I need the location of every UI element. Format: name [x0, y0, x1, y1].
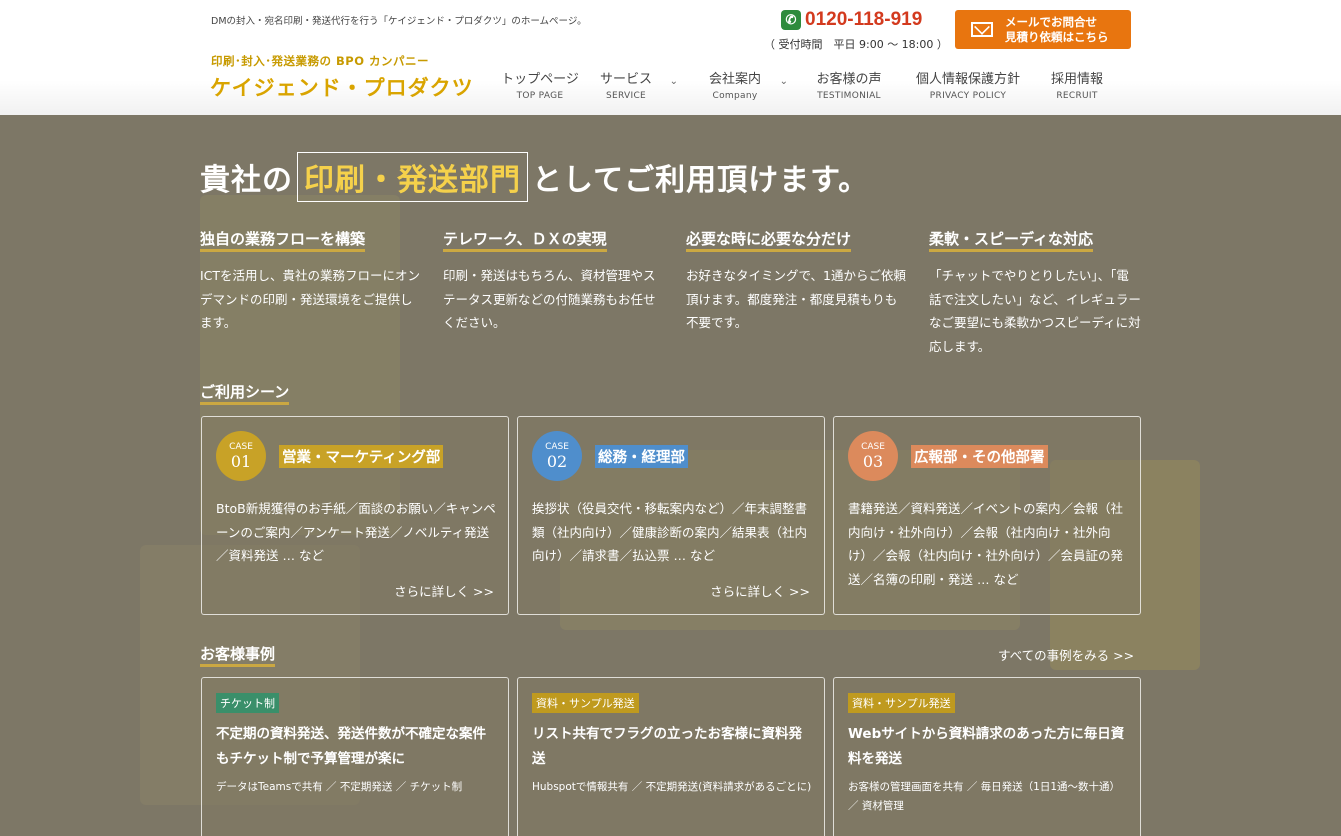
case-label: CASE: [861, 442, 885, 452]
feature-title: 必要な時に必要な分だけ: [686, 229, 852, 252]
case-more-link[interactable]: さらに詳しく >>: [394, 581, 494, 600]
case-description: 挨拶状（役員交代・移転案内など）／年末調整書類（社内向け）／健康診断の案内／結果…: [532, 501, 808, 563]
nav-testimonial[interactable]: お客様の声 TESTIMONIAL: [794, 68, 904, 101]
mail-contact-button[interactable]: メールでお問合せ 見積り依頼はこちら: [955, 10, 1131, 49]
nav-company-sub: Company: [712, 91, 758, 101]
brand-subtitle: 印刷･封入･発送業務の BPO カンパニー: [211, 54, 429, 68]
case-card-general-affairs[interactable]: CASE 02 総務・経理部 挨拶状（役員交代・移転案内など）／年末調整書類（社…: [517, 416, 825, 615]
story-tag: 資料・サンプル発送: [848, 693, 955, 713]
nav-recruit-label: 採用情報: [1050, 72, 1103, 87]
case-description: 書籍発送／資料発送／イベントの案内／会報（社内向け・社外向け）／会報（社内向け・…: [848, 501, 1124, 587]
case-badge: CASE 01: [216, 431, 266, 481]
story-meta: Hubspotで情報共有 ／ 不定期発送(資料請求があるごとに): [532, 781, 812, 793]
case-badge: CASE 03: [848, 431, 898, 481]
feature-title: 柔軟・スピーディな対応: [929, 229, 1093, 252]
phone-number[interactable]: ✆ 0120-118-919: [781, 9, 922, 31]
story-tag: チケット制: [216, 693, 279, 713]
site-header: DMの封入・宛名印刷・発送代行を行う「ケイジェンド・プロダクツ」のホームページ。…: [0, 0, 1341, 115]
hero-title-pre: 貴社の: [200, 163, 293, 198]
nav-company[interactable]: 会社案内 Company ⌄: [680, 68, 790, 101]
chevron-down-icon: ⌄: [669, 76, 678, 87]
scenes-heading: ご利用シーン: [200, 383, 290, 405]
story-title: 不定期の資料発送、発送件数が不確定な案件もチケット制で予算管理が楽に: [216, 726, 486, 767]
case-number: 02: [546, 452, 568, 471]
case-more-link[interactable]: さらに詳しく >>: [710, 581, 810, 600]
story-card[interactable]: チケット制 不定期の資料発送、発送件数が不確定な案件もチケット制で予算管理が楽に…: [201, 677, 509, 836]
hero-title-post: としてご利用頂けます。: [532, 163, 870, 198]
nav-top-label: トップページ: [501, 72, 579, 87]
case-label: CASE: [229, 442, 253, 452]
nav-service[interactable]: サービス SERVICE ⌄: [578, 68, 678, 101]
hero-title: 貴社の 印刷・発送部門 としてご利用頂けます。: [200, 152, 869, 202]
case-description: BtoB新規獲得のお手紙／面談のお願い／キャンペーンのご案内／アンケート発送／ノ…: [216, 501, 496, 563]
story-title: リスト共有でフラグの立ったお客様に資料発送: [532, 726, 802, 767]
case-label: CASE: [545, 442, 569, 452]
feature-on-demand: 必要な時に必要な分だけ お好きなタイミングで、1通からご依頼頂けます。都度発注・…: [686, 229, 908, 335]
stories-heading: お客様事例: [200, 645, 276, 667]
case-number: 03: [862, 452, 884, 471]
business-hours: （ 受付時間 平日 9:00 ～ 18:00 ）: [764, 38, 948, 51]
site-tagline: DMの封入・宛名印刷・発送代行を行う「ケイジェンド・プロダクツ」のホームページ。: [211, 16, 587, 27]
nav-recruit-sub: RECRUIT: [1056, 91, 1098, 101]
feature-telework: テレワーク、ＤＸの実現 印刷・発送はもちろん、資材管理やステータス更新などの付随…: [443, 229, 665, 335]
main-nav: トップページ TOP PAGE サービス SERVICE ⌄ 会社案内 Comp…: [492, 68, 1120, 101]
nav-recruit[interactable]: 採用情報 RECRUIT: [1034, 68, 1120, 101]
case-number: 01: [230, 452, 252, 471]
story-meta: お客様の管理画面を共有 ／ 毎日発送（1日1通～数十通） ／ 資材管理: [848, 781, 1121, 812]
feature-text: ICTを活用し、貴社の業務フローにオンデマンドの印刷・発送環境をご提供します。: [200, 268, 421, 330]
mail-icon: [971, 22, 993, 37]
case-card-pr[interactable]: CASE 03 広報部・その他部署 書籍発送／資料発送／イベントの案内／会報（社…: [833, 416, 1141, 615]
case-badge: CASE 02: [532, 431, 582, 481]
feature-text: 「チャットでやりとりしたい」、「電話で注文したい」など、イレギュラーなご要望にも…: [929, 268, 1141, 354]
feature-workflow: 独自の業務フローを構築 ICTを活用し、貴社の業務フローにオンデマンドの印刷・発…: [200, 229, 422, 335]
feature-flexible: 柔軟・スピーディな対応 「チャットでやりとりしたい」、「電話で注文したい」など、…: [929, 229, 1141, 358]
story-meta: データはTeamsで共有 ／ 不定期発送 ／ チケット制: [216, 781, 463, 793]
feature-text: お好きなタイミングで、1通からご依頼頂けます。都度発注・都度見積もりも不要です。: [686, 268, 906, 330]
story-tag: 資料・サンプル発送: [532, 693, 639, 713]
case-department: 営業・マーケティング部: [279, 445, 444, 468]
nav-service-sub: SERVICE: [605, 91, 647, 101]
chevron-down-icon: ⌄: [779, 76, 788, 87]
nav-service-label: サービス: [599, 72, 652, 87]
all-stories-link[interactable]: すべての事例をみる >>: [998, 645, 1134, 664]
phone-text: 0120-118-919: [805, 9, 923, 30]
case-card-sales[interactable]: CASE 01 営業・マーケティング部 BtoB新規獲得のお手紙／面談のお願い／…: [201, 416, 509, 615]
nav-privacy-sub: PRIVACY POLICY: [929, 91, 1007, 101]
nav-privacy[interactable]: 個人情報保護方針 PRIVACY POLICY: [904, 68, 1032, 101]
mail-line1: メールでお問合せ: [1005, 14, 1097, 29]
story-card[interactable]: 資料・サンプル発送 リスト共有でフラグの立ったお客様に資料発送 Hubspotで…: [517, 677, 825, 836]
nav-privacy-label: 個人情報保護方針: [915, 72, 1020, 87]
case-department: 広報部・その他部署: [911, 445, 1048, 468]
story-card[interactable]: 資料・サンプル発送 Webサイトから資料請求のあった方に毎日資料を発送 お客様の…: [833, 677, 1141, 836]
nav-testimonial-sub: TESTIMONIAL: [817, 91, 881, 101]
feature-title: 独自の業務フローを構築: [200, 229, 366, 252]
hero-title-highlight: 印刷・発送部門: [297, 152, 528, 202]
nav-testimonial-label: お客様の声: [816, 72, 882, 87]
feature-text: 印刷・発送はもちろん、資材管理やステータス更新などの付随業務もお任せください。: [443, 268, 656, 330]
nav-company-label: 会社案内: [708, 72, 761, 87]
nav-top[interactable]: トップページ TOP PAGE: [492, 68, 588, 101]
case-department: 総務・経理部: [595, 445, 688, 468]
nav-top-sub: TOP PAGE: [516, 91, 564, 101]
story-title: Webサイトから資料請求のあった方に毎日資料を発送: [848, 726, 1125, 767]
phone-icon: ✆: [781, 10, 801, 30]
feature-title: テレワーク、ＤＸの実現: [443, 229, 607, 252]
mail-line2: 見積り依頼はこちら: [1005, 29, 1109, 44]
mail-button-label: メールでお問合せ 見積り依頼はこちら: [1005, 15, 1109, 45]
brand-logo[interactable]: ケイジェンド・プロダクツ: [210, 72, 474, 102]
